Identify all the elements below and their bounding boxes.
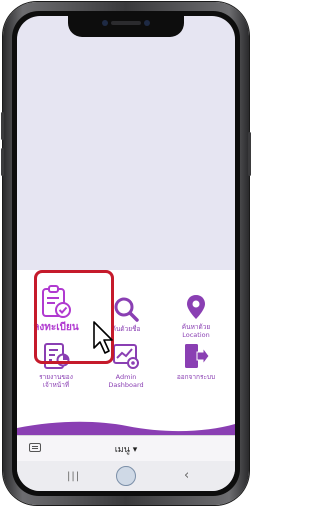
menu-dropdown[interactable]: เมนู ▾ xyxy=(17,442,235,456)
volume-down-button xyxy=(1,148,4,176)
home-icon[interactable] xyxy=(116,466,136,486)
search-icon xyxy=(114,297,139,322)
sensor-icon xyxy=(144,20,150,26)
menu-item-label: Admin Dashboard xyxy=(108,373,144,389)
phone-screen: ลงทะเบียน ค้นด้วยชื่อ ค้นหาด้วย Location… xyxy=(17,16,235,491)
menu-item-label: รายงานของ เจ้าหน้าที่ xyxy=(39,373,73,389)
menu-item-search-location[interactable]: ค้นหาด้วย Location xyxy=(161,276,231,340)
notch xyxy=(68,16,184,37)
camera-icon xyxy=(102,20,108,26)
logout-icon xyxy=(185,344,210,368)
mouse-pointer-icon xyxy=(93,321,113,354)
menu-item-logout[interactable]: ออกจากระบบ xyxy=(161,340,231,404)
decorative-wave xyxy=(17,421,235,436)
back-button[interactable]: ‹ xyxy=(184,468,189,483)
location-pin-icon xyxy=(187,295,205,319)
speaker-icon xyxy=(111,21,141,25)
phone-bezel: ลงทะเบียน ค้นด้วยชื่อ ค้นหาด้วย Location… xyxy=(12,11,240,496)
menu-item-label: ค้นหาด้วย Location xyxy=(181,323,211,339)
phone-frame: ลงทะเบียน ค้นด้วยชื่อ ค้นหาด้วย Location… xyxy=(1,2,251,505)
recents-button[interactable]: ||| xyxy=(67,471,80,482)
android-nav-bar: ||| ‹ xyxy=(17,461,235,491)
bottom-menu-bar: เมนู ▾ xyxy=(17,435,235,462)
power-button xyxy=(248,132,251,176)
volume-up-button xyxy=(1,112,4,140)
menu-item-label: ออกจากระบบ xyxy=(176,373,216,381)
